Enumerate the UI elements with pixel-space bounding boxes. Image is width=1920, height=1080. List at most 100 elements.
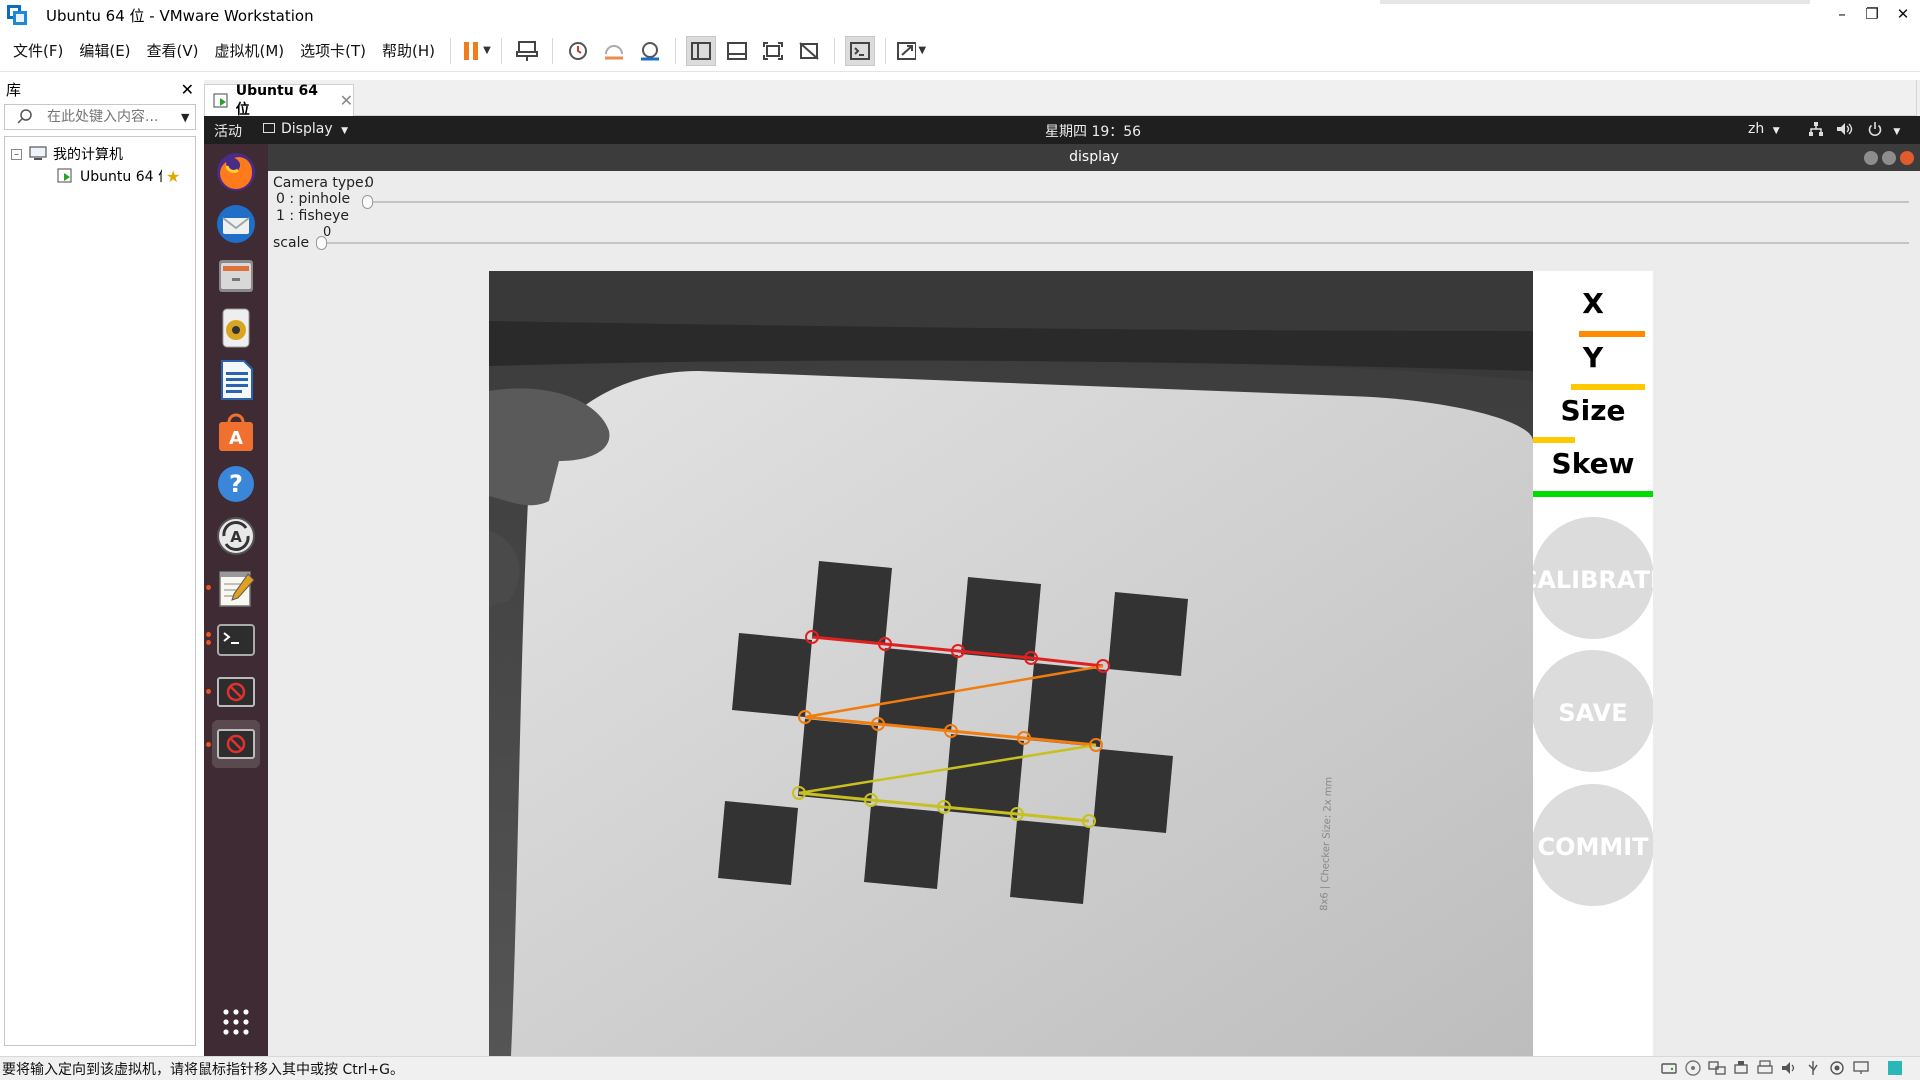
dock-software[interactable]: A: [212, 408, 260, 456]
input-method-caret-icon: ▼: [1772, 126, 1780, 136]
show-thumbnail-button[interactable]: [722, 36, 752, 66]
window-maximize-button[interactable]: [1882, 151, 1896, 165]
running-indicator: [206, 689, 211, 694]
snapshot-manager-button[interactable]: [635, 36, 665, 66]
stretch-dropdown-icon[interactable]: ▼: [918, 45, 926, 56]
usb-device-icon[interactable]: [1732, 1059, 1750, 1077]
close-button[interactable]: ✕: [1888, 0, 1918, 30]
revert-snapshot-button[interactable]: [599, 36, 629, 66]
running-indicator: [206, 585, 211, 590]
display-device-icon[interactable]: [1852, 1059, 1870, 1077]
computer-icon: [29, 146, 47, 160]
power-icon: [1868, 122, 1882, 137]
dock-text-editor[interactable]: [212, 564, 260, 612]
tab-close-icon[interactable]: ✕: [340, 91, 353, 110]
window-close-button[interactable]: [1900, 151, 1914, 165]
unity-icon: [799, 41, 819, 60]
menu-help[interactable]: 帮助(H): [382, 40, 435, 61]
camera-image[interactable]: 8x6 | Checker Size: 2x mm: [489, 271, 1533, 1056]
app-grid-icon: [223, 1009, 249, 1035]
show-library-button[interactable]: [686, 35, 717, 66]
thunderbird-icon: [217, 205, 255, 243]
tree-item-my-computer[interactable]: – 我的计算机: [11, 143, 189, 165]
activities-button[interactable]: 活动: [214, 121, 242, 141]
pause-button[interactable]: ▼: [461, 36, 491, 66]
title-bar: Ubuntu 64 位 - VMware Workstation – ❐ ✕: [0, 0, 1920, 30]
dock-window-2[interactable]: [212, 720, 260, 768]
file-manager-icon: [219, 260, 253, 292]
clock[interactable]: 星期四 19：56: [1045, 121, 1141, 141]
network-computer-icon: [516, 40, 539, 61]
dock-software-updater[interactable]: A: [212, 512, 260, 560]
guest-display[interactable]: 活动 Display ▼ 星期四 19：56 zh ▼ ▼ A ? A disp…: [204, 116, 1920, 1056]
device-status-icons: [1660, 1059, 1904, 1077]
usb-controller-icon[interactable]: [1804, 1059, 1822, 1077]
status-bar: 要将输入定向到该虚拟机，请将鼠标指针移入其中或按 Ctrl+G。: [0, 1056, 1920, 1080]
volume-icon: [1837, 123, 1853, 135]
save-button-label: SAVE: [1558, 699, 1627, 727]
message-log-icon[interactable]: [1886, 1059, 1904, 1077]
dock-thunderbird[interactable]: [212, 200, 260, 248]
tree-child-label: Ubuntu 64 位: [80, 169, 162, 185]
software-updater-icon: A: [217, 517, 255, 555]
stretch-button[interactable]: ▼: [896, 36, 926, 66]
dock-libreoffice-writer[interactable]: [212, 356, 260, 404]
dock-files[interactable]: [212, 252, 260, 300]
dock-window-1[interactable]: [212, 668, 260, 716]
menu-file[interactable]: 文件(F): [13, 40, 63, 61]
camera-type-slider-track[interactable]: [363, 201, 1909, 203]
vm-tab-icon: [213, 92, 228, 108]
dock-rhythmbox[interactable]: [212, 304, 260, 352]
help-icon: ?: [218, 466, 254, 502]
favorite-star-icon[interactable]: ★: [166, 167, 180, 186]
dock-terminal[interactable]: [212, 616, 260, 664]
library-close-icon[interactable]: ✕: [181, 80, 194, 99]
calibration-panel: X Y Size Skew CALIBRATE SAVE COMMIT: [1520, 271, 1666, 1056]
toolbar-separator: [450, 37, 452, 64]
input-method-indicator[interactable]: zh ▼: [1748, 121, 1780, 137]
thumbnail-layout-icon: [727, 41, 748, 60]
pause-icon: [464, 41, 479, 60]
tab-ubuntu[interactable]: Ubuntu 64 位 ✕: [204, 83, 354, 118]
console-icon: [850, 41, 871, 60]
tree-item-ubuntu[interactable]: Ubuntu 64 位 ★: [11, 165, 189, 187]
collapse-icon[interactable]: –: [11, 148, 22, 160]
library-search-input[interactable]: [47, 109, 177, 125]
window-minimize-button[interactable]: [1864, 151, 1878, 165]
app-menu[interactable]: Display ▼: [263, 121, 348, 137]
snapshot-button[interactable]: [563, 36, 593, 66]
system-menu[interactable]: ▼: [1808, 121, 1900, 138]
sound-card-icon[interactable]: [1780, 1059, 1798, 1077]
scale-slider-track[interactable]: [318, 242, 1909, 244]
menu-edit[interactable]: 编辑(E): [79, 40, 130, 61]
library-tree: – 我的计算机 Ubuntu 64 位 ★: [4, 136, 196, 1046]
scale-label: scale: [273, 235, 310, 251]
unity-mode-button[interactable]: [794, 36, 824, 66]
console-view-button[interactable]: [845, 35, 876, 66]
revert-snapshot-icon: [605, 44, 624, 59]
menu-tabs[interactable]: 选项卡(T): [300, 40, 366, 61]
menu-vm[interactable]: 虚拟机(M): [215, 40, 285, 61]
hard-disk-icon[interactable]: [1660, 1059, 1678, 1077]
camera-type-slider-thumb[interactable]: [362, 195, 373, 209]
pause-dropdown-icon[interactable]: ▼: [483, 45, 491, 56]
network-adapter-icon[interactable]: [1708, 1059, 1726, 1077]
scale-slider-thumb[interactable]: [316, 236, 327, 250]
dock-firefox[interactable]: [212, 148, 260, 196]
library-header: 库 ✕: [0, 76, 200, 102]
full-screen-button[interactable]: [758, 36, 788, 66]
search-dropdown-icon[interactable]: ▼: [181, 111, 189, 124]
library-layout-icon: [691, 41, 712, 60]
dock-help[interactable]: ?: [212, 460, 260, 508]
software-store-icon: A: [219, 413, 253, 451]
app-menu-icon: [263, 123, 275, 133]
cd-rom-icon[interactable]: [1684, 1059, 1702, 1077]
camera-device-icon[interactable]: [1828, 1059, 1846, 1077]
printer-icon[interactable]: [1756, 1059, 1774, 1077]
send-ctrl-alt-del-button[interactable]: [512, 36, 542, 66]
show-applications-button[interactable]: [212, 998, 260, 1046]
restore-button[interactable]: ❐: [1857, 0, 1887, 30]
menu-view[interactable]: 查看(V): [147, 40, 199, 61]
minimize-button[interactable]: –: [1827, 0, 1857, 30]
library-search-field[interactable]: ▼: [4, 104, 196, 130]
